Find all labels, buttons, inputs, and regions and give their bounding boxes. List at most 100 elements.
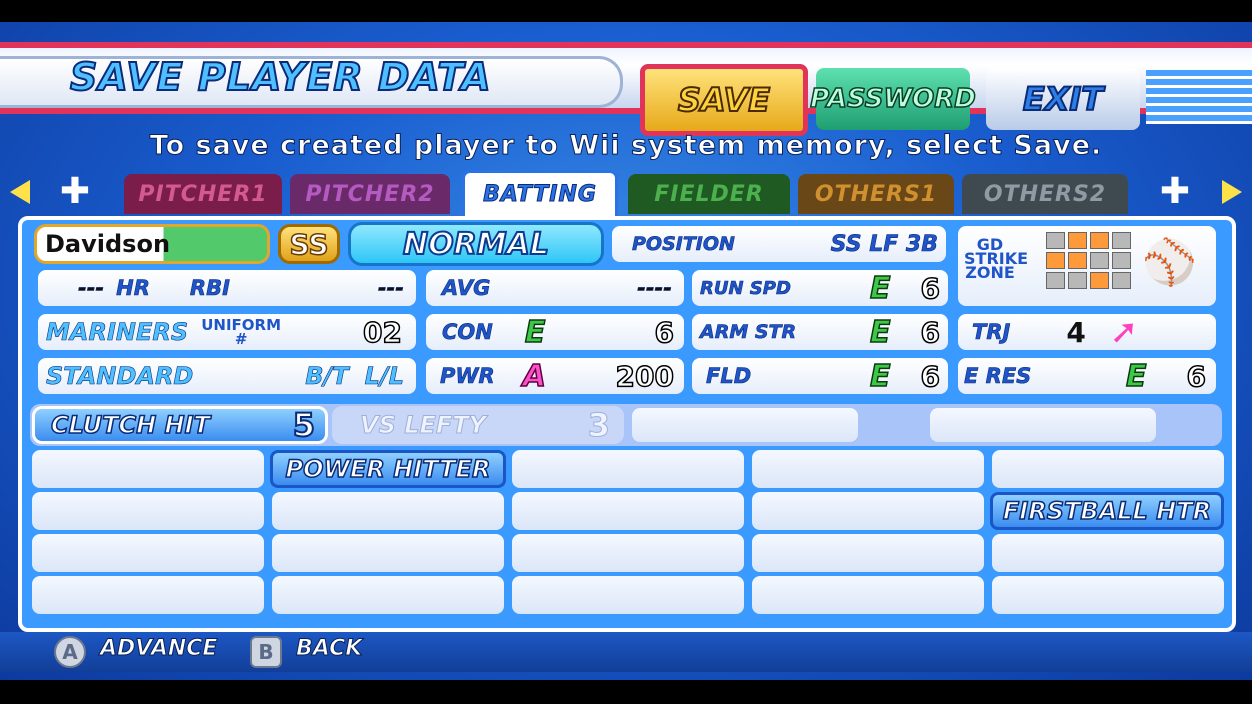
eres-cell: E Res E 6 [958,358,1216,394]
positions-value: SS LF 3B [830,231,938,257]
arm-str-cell: Arm Str E 6 [692,314,948,350]
team-cell: Mariners Uniform # 02 [38,314,416,350]
avg-label: AVG [442,276,491,301]
player-type: Normal [348,222,604,266]
run-spd-cell: Run Spd E 6 [692,270,948,306]
ability-slot-empty[interactable] [32,576,264,614]
ability-slot-empty[interactable] [632,408,858,442]
header-stripe [1146,70,1252,124]
pwr-value: 200 [615,359,675,394]
pwr-cell: PWR A 200 [426,358,684,394]
strike-zone-cell: Gd STRIKE ZONE ⚾ [958,226,1216,306]
vs-lefty-ability[interactable]: VS Lefty 3 [332,406,624,445]
ability-slot-empty[interactable] [512,534,744,572]
ability-slot-empty[interactable] [752,576,984,614]
ability-slot-empty[interactable] [272,492,504,530]
tab-pitcher1[interactable]: Pitcher1 [124,174,282,214]
fld-grade: E [869,358,891,395]
uniform-label: Uniform # [201,316,282,348]
trj-value: 4 [1066,315,1086,349]
ability-slot-empty[interactable] [930,408,1156,442]
ability-slot-empty[interactable] [512,492,744,530]
tab-left-arrow-icon[interactable] [10,180,30,204]
tab-others2[interactable]: Others2 [962,174,1128,214]
tab-batting[interactable]: Batting [462,170,618,216]
firstball-htr-ability[interactable]: Firstball HTR [990,492,1224,530]
trajectory-arrow-icon: ➚ [1109,312,1139,352]
ability-slot-empty[interactable] [512,450,744,488]
ability-slot-empty[interactable] [752,492,984,530]
eres-label: E Res [964,364,1032,389]
pwr-grade: A [522,358,547,395]
hr-value: --- [78,276,105,301]
ability-slot-empty[interactable] [272,534,504,572]
team-name: Mariners [46,318,189,347]
player-name: Davidson [34,224,270,264]
vs-lefty-label: VS Lefty [359,411,487,440]
ability-slot-empty[interactable] [752,450,984,488]
fld-cell: FLD E 6 [692,358,948,394]
con-value: 6 [654,315,675,350]
bt-value: L/L [364,362,404,391]
rbi-label: RBI [189,276,231,301]
dpad-left-icon: ✚ [59,171,91,212]
position-badge: SS [278,224,340,264]
fld-label: FLD [706,364,752,389]
arm-str-grade: E [869,314,891,351]
ability-slot-empty[interactable] [32,534,264,572]
page-title: Save Player Data [69,54,492,100]
advance-hint: Advance [99,636,218,662]
ability-slot-empty[interactable] [32,492,264,530]
tab-others1[interactable]: Others1 [798,174,954,214]
tab-fielder[interactable]: Fielder [628,174,790,214]
dpad-right-icon: ✚ [1159,171,1191,212]
power-hitter-ability[interactable]: Power Hitter [270,450,506,488]
run-spd-label: Run Spd [700,277,792,299]
uniform-number: 02 [362,315,402,350]
position-label: Position [632,233,736,256]
ability-slot-empty[interactable] [992,450,1224,488]
strike-zone-grid [1046,232,1131,289]
stance-value: Standard [46,362,194,391]
zone-label: Gd STRIKE ZONE [964,235,1029,282]
eres-value: 6 [1186,359,1207,394]
tab-pitcher2[interactable]: Pitcher2 [290,174,450,214]
fld-value: 6 [920,359,941,394]
ability-slot-empty[interactable] [752,534,984,572]
trj-label: TRJ [972,320,1011,345]
exit-button[interactable]: Exit [986,68,1140,130]
arm-str-value: 6 [920,315,941,350]
clutch-hit-label: Clutch Hit [50,410,210,440]
hr-rbi-cell: --- HR RBI --- [38,270,416,306]
a-button-icon: A [54,636,86,668]
ability-slot-empty[interactable] [512,576,744,614]
avg-cell: AVG ---- [426,270,684,306]
position-cell: Position SS LF 3B [612,226,946,262]
password-button[interactable]: Password [809,68,977,130]
b-button-icon: B [250,636,282,668]
run-spd-value: 6 [920,271,941,306]
ability-slot-empty[interactable] [32,450,264,488]
bt-label: B/T [305,362,349,391]
clutch-hit-ability[interactable]: Clutch Hit 5 [32,405,328,445]
save-button[interactable]: Save [640,64,808,136]
tab-right-arrow-icon[interactable] [1222,180,1242,204]
con-cell: Con E 6 [426,314,684,350]
vs-lefty-value: 3 [587,406,610,445]
con-label: Con [442,320,493,345]
ability-slot-empty[interactable] [272,576,504,614]
ability-slot-empty[interactable] [992,576,1224,614]
stance-cell: Standard B/T L/L [38,358,416,394]
avg-value: ---- [637,276,672,301]
con-grade: E [524,314,546,351]
clutch-hit-value: 5 [292,405,316,445]
ability-slot-empty[interactable] [992,534,1224,572]
arm-str-label: Arm Str [700,321,797,344]
pwr-label: PWR [440,364,495,389]
rbi-value: --- [377,276,405,301]
run-spd-grade: E [869,270,891,307]
eres-grade: E [1125,358,1147,395]
batter-icon: ⚾ [1142,237,1197,288]
instruction-text: To save created player to Wii system mem… [149,130,1103,162]
back-hint: Back [295,636,363,662]
